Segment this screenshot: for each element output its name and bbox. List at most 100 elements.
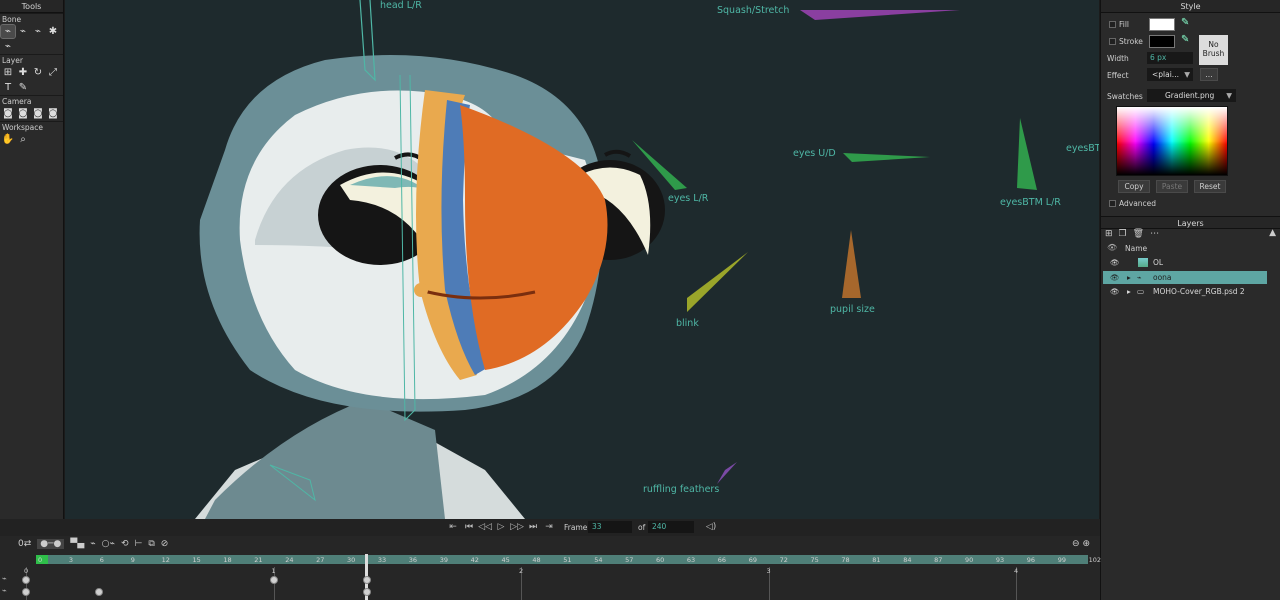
translate-layer-tool-icon[interactable]: ✚: [16, 66, 30, 79]
keyframe[interactable]: [270, 576, 278, 584]
frame-tick-label: 39: [439, 556, 448, 564]
timeline-key-filter-icon[interactable]: ○⌁: [102, 539, 115, 549]
fill-checkbox[interactable]: [1109, 21, 1116, 28]
second-mark-label: 3: [766, 567, 771, 575]
stroke-label: Stroke: [1119, 37, 1143, 46]
stroke-checkbox[interactable]: [1109, 38, 1116, 45]
timeline-onion-icon[interactable]: ▀▄: [70, 539, 84, 549]
rotate-layer-tool-icon[interactable]: ↻: [31, 66, 45, 79]
fill-label: Fill: [1119, 20, 1130, 29]
fast-forward-icon[interactable]: ⇥: [542, 521, 556, 533]
set-origin-tool-icon[interactable]: ⊞: [1, 66, 15, 79]
step-forward-icon[interactable]: ▷▷: [510, 521, 524, 533]
zoom-tool-icon[interactable]: ⌕: [16, 133, 30, 146]
fill-color-swatch[interactable]: [1149, 18, 1175, 31]
second-mark-label: 2: [519, 567, 524, 575]
width-label: Width: [1107, 54, 1129, 63]
keyframe[interactable]: [363, 576, 371, 584]
select-bone-tool-icon[interactable]: ⌁: [0, 24, 16, 39]
stroke-color-swatch[interactable]: [1149, 35, 1175, 48]
camera-track-tool-icon[interactable]: ◙: [1, 107, 15, 120]
advanced-checkbox[interactable]: [1109, 200, 1116, 207]
timeline-cycle-icon[interactable]: ⟲: [121, 539, 129, 549]
add-bone-tool-icon[interactable]: ⌁: [31, 25, 45, 38]
keyframe[interactable]: [363, 588, 371, 596]
reset-style-button[interactable]: Reset: [1194, 180, 1226, 193]
tools-section-camera: Camera: [0, 95, 63, 106]
keyframe[interactable]: [22, 588, 30, 596]
ruffling-feathers-label: ruffling feathers: [643, 484, 720, 495]
no-brush-line2: Brush: [1202, 49, 1225, 58]
zoom-out-icon[interactable]: ⊖ ⊕: [1072, 539, 1090, 549]
next-keyframe-icon[interactable]: ⏭: [526, 521, 540, 533]
timeline-panel: 0⇄ ●─● ▀▄ ⌁ ○⌁ ⟲ ⊢ ⧉ ⊘ ⊖ ⊕ 0 3 6 9 12 15 18 21 2…: [0, 536, 1101, 600]
play-icon[interactable]: ▷: [494, 521, 508, 533]
frame-tick-label: 45: [501, 556, 510, 564]
timeline-copy-icon[interactable]: ⧉: [148, 539, 154, 549]
keyframe[interactable]: [22, 576, 30, 584]
blink-label: blink: [676, 318, 699, 329]
layer-row[interactable]: 👁 ▸ ▭ MOHO-Cover_RGB.psd 2: [1103, 285, 1267, 298]
effect-more-button[interactable]: ...: [1200, 68, 1218, 81]
collapse-icon[interactable]: ▲: [1269, 228, 1276, 238]
delete-layer-icon[interactable]: 🗑: [1133, 229, 1144, 239]
camera-roll-tool-icon[interactable]: ◙: [31, 107, 45, 120]
step-back-icon[interactable]: ◁◁: [478, 521, 492, 533]
canvas-viewport[interactable]: head L/R Squash/Stretch eyes L/R eyes U/…: [65, 0, 1099, 519]
style-panel: Style Fill ✎ Stroke ✎ No Brush Width 6 p…: [1100, 0, 1280, 216]
no-brush-button[interactable]: No Brush: [1199, 35, 1228, 65]
stroke-eyedropper-icon[interactable]: ✎: [1181, 34, 1189, 45]
layers-panel: Layers ⊞ ❐ 🗑 ⋯ ▲ 👁 Name 👁 OL 👁 ▸ ⌁ oona …: [1100, 216, 1280, 600]
width-field[interactable]: 6 px: [1147, 52, 1193, 64]
swatches-select[interactable]: Gradient.png ▼: [1147, 89, 1236, 102]
camera-zoom-tool-icon[interactable]: ◙: [16, 107, 30, 120]
frame-tick-label: 27: [316, 556, 325, 564]
layer-name: oona: [1153, 273, 1172, 282]
duplicate-layer-icon[interactable]: ❐: [1119, 229, 1127, 239]
new-layer-icon[interactable]: ⊞: [1105, 229, 1113, 239]
camera-pan-tool-icon[interactable]: ◙: [46, 107, 60, 120]
more-options-icon[interactable]: ⋯: [1150, 229, 1159, 239]
frame-ticks: 0 3 6 9 12 15 18 21 24 27 30 33 36 39 42 45 48 51 54 57 60 63…: [0, 555, 1101, 564]
copy-style-button[interactable]: Copy: [1118, 180, 1150, 193]
tools-section-layer: Layer: [0, 54, 63, 65]
expand-arrow-icon[interactable]: ▸: [1127, 271, 1131, 284]
fill-eyedropper-icon[interactable]: ✎: [1181, 17, 1189, 28]
visibility-header-icon: 👁: [1107, 243, 1118, 252]
frame-tick-label: 54: [594, 556, 603, 564]
bone-constraint-tool-icon[interactable]: ⌁: [1, 40, 15, 53]
frame-tick-label: 6: [99, 556, 104, 564]
text-tool-icon[interactable]: T: [1, 81, 15, 94]
paste-style-button[interactable]: Paste: [1156, 180, 1188, 193]
rewind-icon[interactable]: ⇤: [446, 521, 460, 533]
timeline-insert-icon[interactable]: ⊢: [135, 539, 143, 549]
hand-tool-icon[interactable]: ✋: [1, 133, 15, 146]
frame-tick-label: 9: [130, 556, 135, 564]
timeline-delete-icon[interactable]: ⊘: [161, 539, 169, 549]
playback-controls: ⇤ ⏮ ◁◁ ▷ ▷▷ ⏭ ⇥ Frame 33 of 240 ◁): [0, 519, 1100, 536]
manipulate-bone-tool-icon[interactable]: ✱: [46, 25, 60, 38]
eye-icon[interactable]: 👁: [1110, 285, 1120, 298]
frame-tick-label: 84: [903, 556, 912, 564]
timeline-keys-icon[interactable]: ●─●: [37, 539, 65, 549]
scale-layer-tool-icon[interactable]: ⤢: [46, 66, 60, 79]
transform-bone-tool-icon[interactable]: ⌁: [16, 25, 30, 38]
volume-icon[interactable]: ◁): [704, 521, 718, 533]
prev-keyframe-icon[interactable]: ⏮: [462, 521, 476, 533]
effect-select[interactable]: <plai... ▼: [1147, 68, 1193, 81]
layer-row[interactable]: 👁 OL: [1103, 256, 1267, 269]
tools-panel: Tools Bone ⌁ ⌁ ⌁ ✱ ⌁ Layer ⊞ ✚ ↻ ⤢ T ✎ C…: [0, 0, 64, 519]
expand-arrow-icon[interactable]: ▸: [1127, 285, 1131, 298]
eye-icon[interactable]: 👁: [1110, 256, 1120, 269]
keyframe[interactable]: [95, 588, 103, 596]
timeline-bone-icon[interactable]: ⌁: [90, 539, 95, 549]
color-swatch-gradient[interactable]: [1116, 106, 1228, 176]
head-control-label: head L/R: [380, 0, 422, 11]
current-frame-field[interactable]: 33: [588, 521, 632, 533]
frame-tick-label: 90: [965, 556, 974, 564]
timeline-channels-icon[interactable]: 0⇄: [18, 539, 31, 549]
layer-row[interactable]: 👁 ▸ ⌁ oona: [1103, 271, 1267, 284]
total-frames-field[interactable]: 240: [648, 521, 694, 533]
eye-icon[interactable]: 👁: [1110, 271, 1120, 284]
eyedropper-tool-icon[interactable]: ✎: [16, 81, 30, 94]
